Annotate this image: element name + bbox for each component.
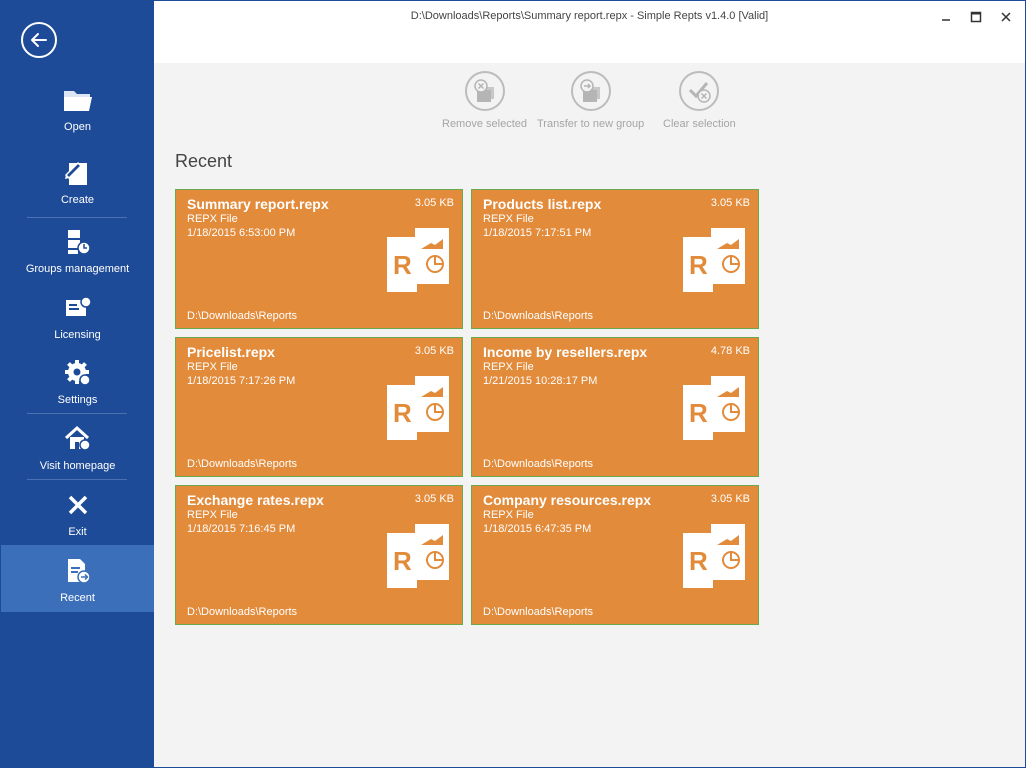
sidebar-item-label: Licensing	[54, 329, 101, 341]
file-path: D:\Downloads\Reports	[483, 606, 594, 618]
file-path: D:\Downloads\Reports	[483, 458, 594, 470]
file-type: REPX File	[187, 509, 238, 521]
file-date: 1/18/2015 7:16:45 PM	[187, 523, 296, 535]
groups-icon	[62, 227, 94, 257]
file-path: D:\Downloads\Reports	[483, 310, 594, 322]
maximize-icon	[970, 11, 982, 23]
repx-file-icon: R	[683, 228, 745, 292]
close-window-button[interactable]	[993, 7, 1019, 27]
transfer-icon	[579, 79, 600, 102]
transfer-to-new-group-button[interactable]: Transfer to new group	[537, 71, 644, 130]
file-date: 1/18/2015 7:17:26 PM	[187, 375, 296, 387]
file-name: Summary report.repx	[187, 196, 329, 212]
file-name: Products list.repx	[483, 196, 602, 212]
file-size: 3.05 KB	[710, 493, 750, 505]
sidebar-item-label: Exit	[68, 526, 87, 538]
sidebar-divider	[27, 413, 127, 414]
arrow-left-icon	[31, 33, 47, 47]
clear-selection-icon	[689, 82, 712, 103]
minimize-button[interactable]	[933, 7, 959, 27]
sidebar: Open Create Groups management Licensing …	[1, 1, 154, 767]
recent-file-tile[interactable]: Company resources.repx REPX File 1/18/20…	[471, 485, 759, 625]
sidebar-item-open[interactable]: Open	[1, 85, 154, 151]
file-type: REPX File	[483, 361, 534, 373]
repx-file-icon: R	[683, 376, 745, 440]
sidebar-item-licensing[interactable]: Licensing	[1, 293, 154, 359]
file-size: 4.78 KB	[710, 345, 750, 357]
recent-file-tile[interactable]: Exchange rates.repx REPX File 1/18/2015 …	[175, 485, 463, 625]
recent-file-tile[interactable]: Pricelist.repx REPX File 1/18/2015 7:17:…	[175, 337, 463, 477]
svg-text:R: R	[393, 546, 412, 576]
file-type: REPX File	[187, 213, 238, 225]
sidebar-item-label: Create	[60, 194, 95, 206]
section-title: Recent	[175, 151, 233, 171]
clear-selection-button[interactable]: Clear selection	[663, 71, 736, 130]
svg-text:R: R	[689, 250, 708, 280]
remove-selected-button[interactable]: Remove selected	[442, 71, 527, 130]
sidebar-item-settings[interactable]: Settings	[1, 358, 154, 424]
svg-text:R: R	[393, 250, 412, 280]
sidebar-item-label: Visit homepage	[39, 460, 116, 472]
file-type: REPX File	[187, 361, 238, 373]
svg-text:R: R	[393, 398, 412, 428]
file-size: 3.05 KB	[414, 197, 454, 209]
file-size: 3.05 KB	[414, 345, 454, 357]
sidebar-item-label: Open	[64, 121, 91, 133]
file-date: 1/18/2015 6:53:00 PM	[187, 227, 296, 239]
home-icon	[62, 424, 94, 454]
file-path: D:\Downloads\Reports	[187, 606, 298, 618]
file-type: REPX File	[483, 213, 534, 225]
file-name: Income by resellers.repx	[483, 344, 648, 360]
file-path: D:\Downloads\Reports	[187, 458, 298, 470]
recent-icon	[62, 556, 94, 586]
licensing-icon	[62, 293, 94, 323]
repx-file-icon: R	[387, 228, 449, 292]
repx-file-icon: R	[683, 524, 745, 588]
file-path: D:\Downloads\Reports	[187, 310, 298, 322]
app-window: Open Create Groups management Licensing …	[0, 0, 1026, 768]
file-name: Pricelist.repx	[187, 344, 275, 360]
settings-icon	[62, 358, 94, 388]
recent-file-tile[interactable]: Income by resellers.repx REPX File 1/21/…	[471, 337, 759, 477]
transfer-to-new-group-label: Transfer to new group	[537, 118, 645, 130]
create-icon	[62, 158, 94, 188]
svg-text:R: R	[689, 398, 708, 428]
sidebar-item-groups-management[interactable]: Groups management	[1, 227, 154, 293]
sidebar-item-create[interactable]: Create	[1, 158, 154, 224]
maximize-button[interactable]	[963, 7, 989, 27]
file-date: 1/18/2015 7:17:51 PM	[483, 227, 592, 239]
window-title: D:\Downloads\Reports\Summary report.repx…	[410, 10, 769, 22]
file-date: 1/18/2015 6:47:35 PM	[483, 523, 592, 535]
back-button[interactable]	[21, 22, 57, 58]
remove-icon	[473, 79, 494, 102]
close-window-icon	[1001, 12, 1011, 22]
file-size: 3.05 KB	[710, 197, 750, 209]
recent-file-tile[interactable]: Products list.repx REPX File 1/18/2015 7…	[471, 189, 759, 329]
sidebar-item-label: Settings	[57, 394, 98, 406]
title-bar: D:\Downloads\Reports\Summary report.repx…	[154, 1, 1025, 63]
recent-file-tile[interactable]: Summary report.repx REPX File 1/18/2015 …	[175, 189, 463, 329]
close-icon	[62, 490, 94, 520]
remove-selected-label: Remove selected	[442, 118, 527, 130]
folder-icon	[62, 85, 94, 115]
file-type: REPX File	[483, 509, 534, 521]
sidebar-item-visit-homepage[interactable]: Visit homepage	[1, 424, 154, 490]
sidebar-divider	[27, 217, 127, 218]
clear-selection-label: Clear selection	[663, 118, 736, 130]
file-name: Company resources.repx	[483, 492, 652, 508]
sidebar-item-label: Groups management	[25, 263, 130, 275]
repx-file-icon: R	[387, 376, 449, 440]
sidebar-item-label: Recent	[60, 592, 95, 604]
file-date: 1/21/2015 10:28:17 PM	[483, 375, 598, 387]
file-size: 3.05 KB	[414, 493, 454, 505]
svg-text:R: R	[689, 546, 708, 576]
sidebar-divider	[27, 479, 127, 480]
minimize-icon	[942, 19, 950, 21]
repx-file-icon: R	[387, 524, 449, 588]
file-name: Exchange rates.repx	[187, 492, 324, 508]
sidebar-item-recent[interactable]: Recent	[1, 545, 154, 612]
